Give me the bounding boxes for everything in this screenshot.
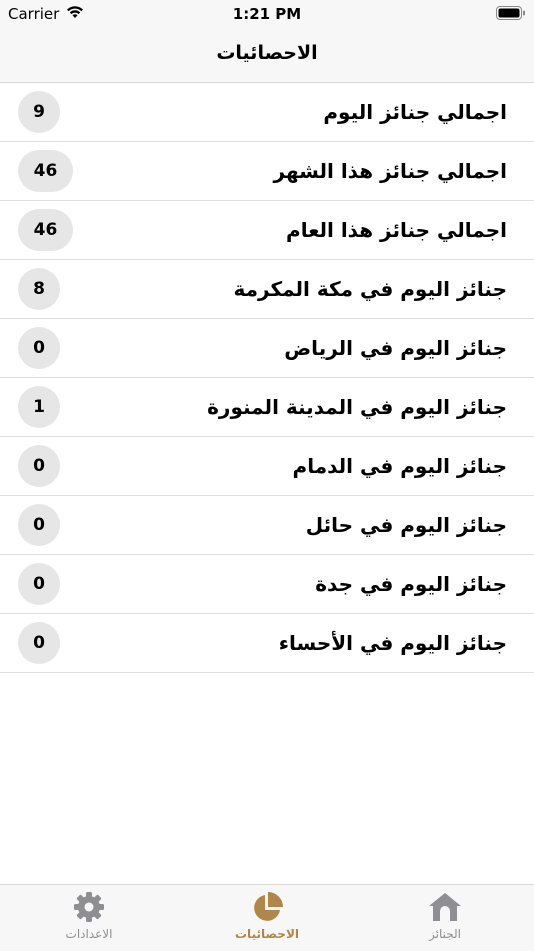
count-badge: 0 <box>18 504 60 546</box>
count-badge: 0 <box>18 445 60 487</box>
stat-label: جنائز اليوم في المدينة المنورة <box>207 395 507 419</box>
count-badge: 1 <box>18 386 60 428</box>
stat-label: جنائز اليوم في جدة <box>315 572 507 596</box>
stat-row-jeddah[interactable]: 0 جنائز اليوم في جدة <box>0 555 534 614</box>
navigation-bar: الاحصائيات <box>0 28 534 83</box>
battery-icon <box>496 6 525 20</box>
page-title: الاحصائيات <box>216 42 318 64</box>
stat-label: اجمالي جنائز اليوم <box>323 100 507 124</box>
stat-row-dammam[interactable]: 0 جنائز اليوم في الدمام <box>0 437 534 496</box>
tab-bar: الاعدادات الاحصائيات الجنائز <box>0 884 534 951</box>
stats-list: 9 اجمالي جنائز اليوم 46 اجمالي جنائز هذا… <box>0 83 534 673</box>
stat-label: اجمالي جنائز هذا الشهر <box>273 159 508 183</box>
stat-label: اجمالي جنائز هذا العام <box>286 218 507 242</box>
home-icon <box>429 893 461 921</box>
count-badge: 0 <box>18 563 60 605</box>
stat-label: جنائز اليوم في الدمام <box>292 454 507 478</box>
status-bar: Carrier 1:21 PM <box>0 0 534 28</box>
tab-label: الاحصائيات <box>235 927 299 941</box>
stat-label: جنائز اليوم في حائل <box>305 513 507 537</box>
status-time: 1:21 PM <box>232 5 302 23</box>
stat-label: جنائز اليوم في الأحساء <box>278 631 507 655</box>
tab-statistics[interactable]: الاحصائيات <box>178 885 356 951</box>
count-badge: 0 <box>18 327 60 369</box>
count-badge: 8 <box>18 268 60 310</box>
stat-label: جنائز اليوم في مكة المكرمة <box>233 277 507 301</box>
count-badge: 9 <box>18 91 60 133</box>
tab-funerals[interactable]: الجنائز <box>356 885 534 951</box>
count-badge: 0 <box>18 622 60 664</box>
stat-row-total-today[interactable]: 9 اجمالي جنائز اليوم <box>0 83 534 142</box>
tab-label: الجنائز <box>429 927 461 941</box>
count-badge: 46 <box>18 209 73 251</box>
tab-settings[interactable]: الاعدادات <box>0 885 178 951</box>
pie-chart-icon <box>254 892 283 921</box>
stat-row-madinah[interactable]: 1 جنائز اليوم في المدينة المنورة <box>0 378 534 437</box>
stat-row-riyadh[interactable]: 0 جنائز اليوم في الرياض <box>0 319 534 378</box>
tab-label: الاعدادات <box>65 927 113 941</box>
stat-row-total-month[interactable]: 46 اجمالي جنائز هذا الشهر <box>0 142 534 201</box>
stat-row-hail[interactable]: 0 جنائز اليوم في حائل <box>0 496 534 555</box>
stat-row-total-year[interactable]: 46 اجمالي جنائز هذا العام <box>0 201 534 260</box>
stat-label: جنائز اليوم في الرياض <box>284 336 507 360</box>
count-badge: 46 <box>18 150 73 192</box>
stat-row-ahsa[interactable]: 0 جنائز اليوم في الأحساء <box>0 614 534 673</box>
gear-icon <box>74 892 104 922</box>
stat-row-makkah[interactable]: 8 جنائز اليوم في مكة المكرمة <box>0 260 534 319</box>
